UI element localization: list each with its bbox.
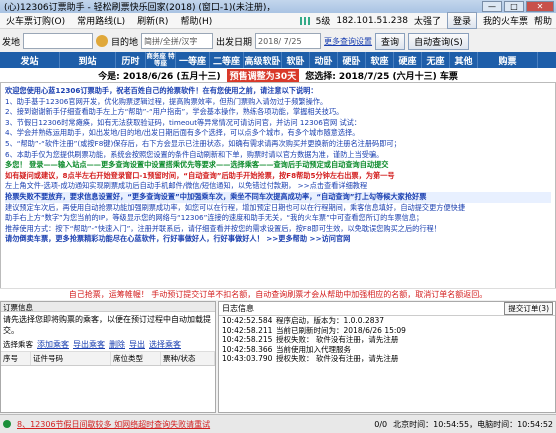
status-alert[interactable]: 8、12306节假日间歇较多 如网络超时查询失败请重试	[17, 419, 210, 430]
today-text: 今是: 2018/6/26 (五月十三)	[98, 71, 221, 82]
login-button[interactable]: 登录	[446, 12, 477, 29]
date-info: 今是: 2018/6/26 (五月十三) 预售调整为30天 您选择: 2018/…	[0, 68, 556, 82]
line-14: 推荐使用方式：按下“帮助”-“快速入门”，注册并联系后，请仔细查看并按您的需求设…	[5, 223, 441, 233]
presale-badge: 预售调整为30天	[226, 68, 300, 82]
col-other[interactable]: 其他	[450, 52, 478, 68]
passenger-panel: 订票信息 请先选择您即将购票的乘客，以便在预订过程中自动加载提交。 选择乘客 添…	[0, 301, 216, 413]
line-6: 5、“帮助”-“软件注册”(或按F8键)保存后，右下方会显示已注册状态，如确有需…	[5, 138, 401, 148]
col-adv-soft[interactable]: 高级软卧	[244, 52, 282, 68]
col-from[interactable]: 发站	[0, 52, 60, 68]
minimize-button[interactable]: —	[482, 1, 502, 12]
line-12: 建议预定车次后，再使用自动抢票功能加强刷票成功率，如您可以在行程，增加预定日期也…	[5, 202, 466, 212]
passenger-prompt: 请先选择您即将购票的乘客，以便在预订过程中自动加载提交。	[3, 315, 211, 335]
line-8: 多您！ 登录——输入站点——更多查询设置中设置搭乘优先等要求——选择乘客——查询…	[5, 160, 389, 170]
ticket-column-tabs: 发站 到站 历时 商务座 特等座 一等座 二等座 高级软卧 软卧 动卧 硬卧 软…	[0, 52, 556, 68]
user-name: 太强了	[413, 17, 441, 27]
log-row: 10:42:58.366 当前使用加入代理服务	[222, 344, 351, 354]
select-passenger-button[interactable]: 选择乘客	[3, 339, 33, 350]
menu-item-orders[interactable]: 火车票订购(O)	[0, 14, 71, 27]
query-button[interactable]: 查询	[375, 32, 406, 50]
submit-order-button[interactable]: 提交订单(3)	[504, 302, 553, 315]
auto-query-button[interactable]: 自动查询(S)	[408, 32, 469, 50]
line-13: 助手右上方“数字”为您当前的IP，等级显示您的网络与“12306”连接的速度和助…	[5, 213, 424, 223]
col-hard-seat[interactable]: 硬座	[394, 52, 422, 68]
log-row: 10:42:52.584 程序启动，版本为：1.0.0.2837	[222, 316, 385, 325]
line-2: 1、助手基于12306官网开发，优化购票逻辑过程，提高购票效率，但热门票购入请勿…	[5, 96, 328, 106]
my-tickets-link[interactable]: 我的火车票	[483, 14, 528, 27]
col-first[interactable]: 一等座	[176, 52, 210, 68]
col-type: 票种/状态	[161, 352, 215, 365]
notice-line: 自己抢票，运筹帷幄！ 手动预订提交订单不扣名额，自动查询刷票才会从帮助中加强相应…	[0, 288, 556, 300]
passenger-toolbar: 选择乘客 添加乘客 导出乘客 删除 导出 选择乘客	[1, 338, 215, 352]
delete-button[interactable]: 删除	[109, 339, 125, 350]
order-info-header: 订票信息	[1, 302, 215, 312]
from-station-input[interactable]	[23, 33, 94, 49]
add-passenger-button[interactable]: 添加乘客	[37, 339, 69, 350]
line-15[interactable]: 请勿倒卖车票，更多抢票精彩功能尽在心蓝软件，行好事做好人，行好事做好人！ >>更…	[5, 234, 551, 245]
col-second[interactable]: 二等座	[210, 52, 244, 68]
menu-bar: 火车票订购(O) 常用路线(L) 刷新(R) 帮助(H) 5级 182.101.…	[0, 12, 556, 29]
line-3: 2、接到谢谢新手仔细查看助手左上方“帮助”-“用户指南”，学会基本操作，熟练各项…	[5, 107, 344, 117]
log-panel: 日志信息 提交订单(3) 10:42:52.584 程序启动，版本为：1.0.0.…	[218, 301, 556, 413]
menu-item-refresh[interactable]: 刷新(R)	[131, 14, 174, 27]
log-row: 10:42:58.211 当前已刷新时间为：2018/6/26 15:09	[222, 325, 406, 335]
to-station-input[interactable]: 简拼/全拼/汉字	[141, 33, 214, 49]
close-button[interactable]: ✕	[526, 1, 554, 12]
line-5: 4、学会并熟练运用助手，如出发地/目的地/出发日期后面有多个选择，可以点多个城市…	[5, 128, 360, 138]
signal-level: 5级	[315, 17, 331, 27]
maximize-button[interactable]: □	[504, 1, 524, 12]
log-row: 10:43:03.790 授权失败： 软件没有注册，请先注册	[222, 354, 399, 363]
window-title: (心)12306订票助手 - 轻松刷票快乐回家(2018) (窗口-1)(未注册…	[4, 3, 270, 13]
col-motion-sleeper[interactable]: 动卧	[310, 52, 338, 68]
col-index: 序号	[1, 352, 31, 365]
col-seat: 席位类型	[111, 352, 161, 365]
to-label: 目的地	[111, 37, 139, 48]
line-7: 6、本助手仅为您提供刷票功能，系统会按照您设置的条件自动刷新和下单，购票时请以官…	[5, 149, 384, 159]
menu-item-help[interactable]: 帮助(H)	[174, 14, 218, 27]
ip-address: 182.101.51.238	[336, 15, 408, 26]
col-duration[interactable]: 历时	[116, 52, 146, 68]
line-9: 如有疑问或建议，8点半左右开始登录窗口-1预留时间，“自动查询”后助手开始抢票，…	[5, 170, 395, 180]
col-to[interactable]: 到站	[60, 52, 116, 68]
selected-date-text: 您选择: 2018/7/25 (六月十三) 车票	[305, 71, 458, 82]
menu-item-routes[interactable]: 常用路线(L)	[71, 14, 131, 27]
log-header: 日志信息	[222, 304, 254, 313]
import-passenger-button[interactable]: 导出乘客	[73, 339, 105, 350]
signal-icon	[299, 16, 310, 25]
passenger-table-header: 序号 证件号码 席位类型 票种/状态	[1, 352, 215, 366]
col-buy[interactable]: 购票	[478, 52, 538, 68]
line-11: 抢票失败不要放弃，要求信息设置好，“更多查询设置”中加强乘车次，乘坐不同车次提高…	[5, 191, 551, 203]
date-label: 出发日期	[216, 37, 253, 48]
swap-icon[interactable]	[96, 35, 109, 47]
clock-text: 北京时间：10:54:55，电脑时间：10:54:52	[393, 419, 553, 429]
status-bar: 8、12306节假日间歇较多 如网络超时查询失败请重试 0/0 北京时间：10:…	[0, 414, 556, 433]
from-label: 发地	[2, 37, 21, 48]
line-10[interactable]: 左上角文件-选项-成功通知实现刷票成功后自动手机邮件/微信/短信通知，以免错过付…	[5, 181, 551, 192]
line-4: 3、节假日12306时常瘫痪，如有无法获取验证码，timeout等异常情况可请访…	[5, 117, 362, 127]
col-business[interactable]: 商务座 特等座	[146, 52, 176, 68]
col-hard-sleeper[interactable]: 硬卧	[338, 52, 366, 68]
search-toolbar: 发地 目的地 简拼/全拼/汉字 出发日期 2018/ 7/25 更多查询设置 查…	[0, 30, 556, 52]
status-icon	[3, 420, 11, 428]
welcome-content: 欢迎您使用心蓝12306订票助手，祝老百姓自己的抢票软件！在有您使用之前，请注意…	[0, 82, 556, 298]
line-1: 欢迎您使用心蓝12306订票助手，祝老百姓自己的抢票软件！在有您使用之前，请注意…	[5, 86, 318, 95]
more-settings-link[interactable]: 更多查询设置	[324, 36, 372, 47]
counter: 0/0	[374, 419, 388, 429]
log-row: 10:42:58.215 授权失败： 软件没有注册，请先注册	[222, 335, 399, 344]
date-picker[interactable]: 2018/ 7/25	[255, 33, 322, 49]
col-no-seat[interactable]: 无座	[422, 52, 450, 68]
col-soft-seat[interactable]: 软座	[366, 52, 394, 68]
export-button[interactable]: 导出	[129, 339, 145, 350]
help-link[interactable]: 帮助	[534, 14, 552, 27]
col-id: 证件号码	[31, 352, 111, 365]
col-soft-sleeper[interactable]: 软卧	[282, 52, 310, 68]
choose-button[interactable]: 选择乘客	[149, 339, 181, 350]
